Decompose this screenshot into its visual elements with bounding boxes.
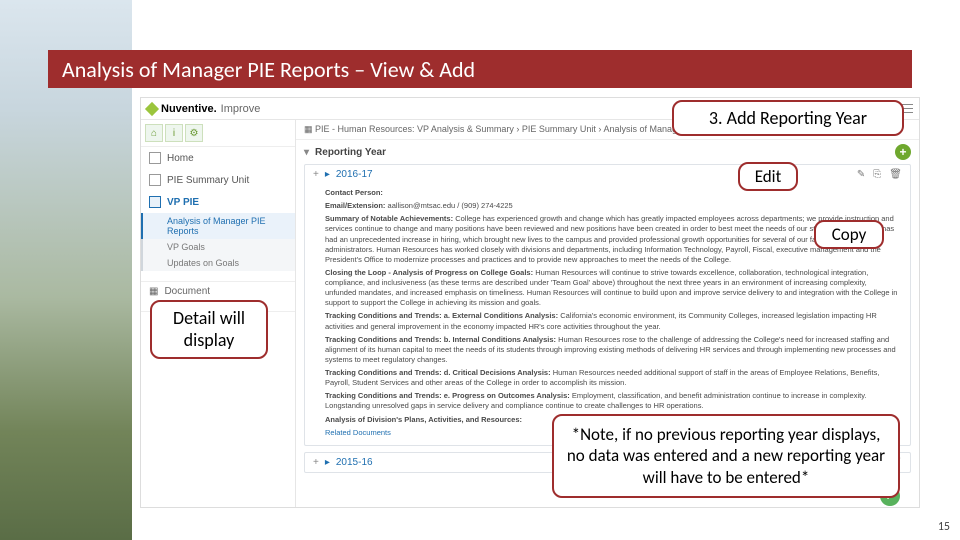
callout-copy: Copy <box>814 220 884 249</box>
edit-icon[interactable]: ✎ <box>857 169 865 180</box>
callout-detail: Detail will display <box>150 300 268 359</box>
lbl-t4: Tracking Conditions and Trends: e. Progr… <box>325 391 570 400</box>
rail-item-pie-summary-unit[interactable]: PIE Summary Unit <box>141 169 295 191</box>
rail-home-icon[interactable]: ⌂ <box>145 124 163 142</box>
delete-icon[interactable]: 🗑 <box>889 169 902 180</box>
lbl-email: Email/Extension: <box>325 201 385 210</box>
rail-icon-row: ⌂ i ⚙ <box>141 120 295 147</box>
chevron-down-icon[interactable]: ▾ <box>304 147 309 158</box>
callout-add-reporting-year: 3. Add Reporting Year <box>672 100 904 136</box>
val-email: aallison@mtsac.edu / (909) 274-4225 <box>388 201 513 210</box>
home-icon <box>149 152 161 164</box>
expand-icon[interactable]: + <box>313 457 319 468</box>
card-title: 2016-17 <box>336 169 373 180</box>
card-header: + ▸ 2016-17 ✎ ⎘ 🗑 <box>305 165 910 184</box>
card-title: 2015-16 <box>336 457 373 468</box>
rail-gear-icon[interactable]: ⚙ <box>185 124 203 142</box>
rail-item-home[interactable]: Home <box>141 147 295 169</box>
rail-item-label: PIE Summary Unit <box>167 175 249 186</box>
chevron-right-icon[interactable]: ▸ <box>325 457 330 468</box>
section-reporting-year: ▾ Reporting Year + <box>296 140 919 164</box>
chevron-right-icon[interactable]: ▸ <box>325 169 330 180</box>
slide-title-bar: Analysis of Manager PIE Reports – View &… <box>48 50 912 88</box>
rail-sub-vp-goals[interactable]: VP Goals <box>141 239 295 255</box>
document-icon: ▦ <box>149 286 158 297</box>
add-reporting-year-button[interactable]: + <box>895 144 911 160</box>
card-tools: ✎ ⎘ 🗑 <box>857 169 902 180</box>
slide-title: Analysis of Manager PIE Reports – View &… <box>62 56 475 83</box>
lbl-t2: Tracking Conditions and Trends: b. Inter… <box>325 335 556 344</box>
rail-item-document[interactable]: ▦ Document <box>141 281 295 301</box>
clipboard-icon <box>149 174 161 186</box>
callout-text: Detail will display <box>173 307 245 351</box>
callout-text: Edit <box>755 166 782 187</box>
brand-product: Improve <box>221 103 261 115</box>
lbl-contact: Contact Person: <box>325 188 383 197</box>
product-brand: Nuventive. Improve <box>147 103 260 115</box>
lbl-extra: Analysis of Division's Plans, Activities… <box>325 415 522 424</box>
callout-text: 3. Add Reporting Year <box>709 107 867 129</box>
callout-text: Copy <box>832 224 867 245</box>
callout-note: *Note, if no previous reporting year dis… <box>552 414 900 498</box>
rail-item-label: VP PIE <box>167 197 199 208</box>
rail-item-vp-pie[interactable]: VP PIE <box>141 191 295 213</box>
rail-sub-updates[interactable]: Updates on Goals <box>141 255 295 271</box>
pencil-icon <box>149 196 161 208</box>
lbl-t3: Tracking Conditions and Trends: d. Criti… <box>325 368 551 377</box>
section-title: Reporting Year <box>315 147 386 158</box>
document-icon: ▦ <box>304 124 315 134</box>
expand-icon[interactable]: + <box>313 169 319 180</box>
rail-item-label: Document <box>164 286 210 297</box>
page-number: 15 <box>938 520 950 534</box>
brand-logo-icon <box>145 101 159 115</box>
rail-info-icon[interactable]: i <box>165 124 183 142</box>
callout-edit: Edit <box>738 162 798 191</box>
lbl-summary: Summary of Notable Achievements: <box>325 214 453 223</box>
callout-text: *Note, if no previous reporting year dis… <box>567 424 885 488</box>
rail-item-label: Home <box>167 153 194 164</box>
copy-icon[interactable]: ⎘ <box>873 169 881 180</box>
reporting-year-card: + ▸ 2016-17 ✎ ⎘ 🗑 Contact Person: Email/… <box>304 164 911 446</box>
brand-name: Nuventive. <box>161 103 217 115</box>
lbl-closing: Closing the Loop - Analysis of Progress … <box>325 268 533 277</box>
lbl-t1: Tracking Conditions and Trends: a. Exter… <box>325 311 558 320</box>
rail-sub-analysis[interactable]: Analysis of Manager PIE Reports <box>141 213 295 239</box>
